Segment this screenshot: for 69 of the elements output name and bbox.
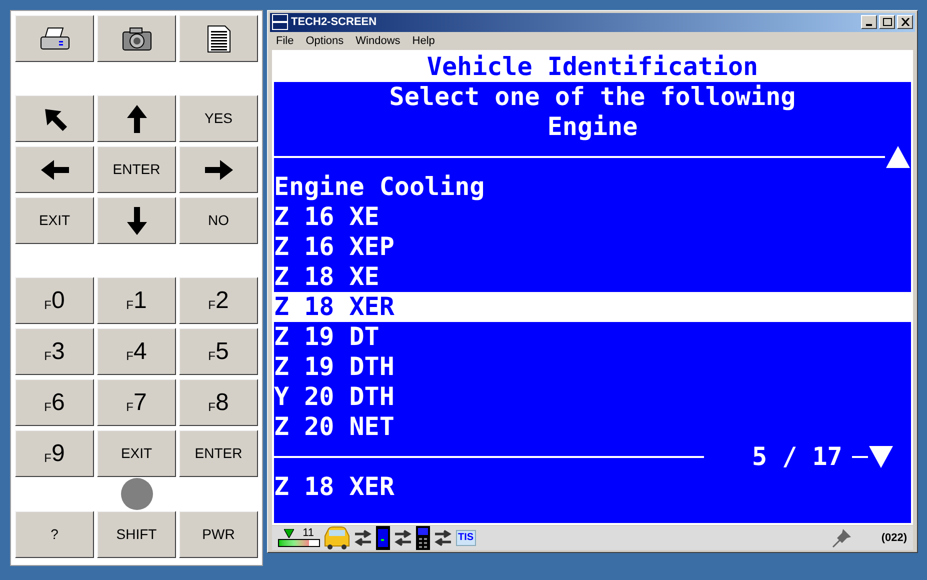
minimize-button[interactable] — [861, 15, 877, 30]
keypad-key[interactable] — [179, 146, 258, 193]
screen-title: Vehicle Identification — [274, 52, 911, 82]
function-key[interactable]: F2 — [179, 277, 258, 324]
status-code: (022) — [881, 530, 907, 546]
exchange-arrows-icon — [354, 530, 372, 546]
keypad-key[interactable]: YES — [179, 95, 258, 142]
screen-subtitle: Engine — [546, 112, 639, 142]
list-item[interactable]: Z 19 DTH — [274, 352, 911, 382]
app-icon — [272, 14, 288, 30]
list-item[interactable]: Y 20 DTH — [274, 382, 911, 412]
keypad-key[interactable]: ? — [15, 511, 94, 558]
function-key[interactable]: F0 — [15, 277, 94, 324]
camera-icon — [120, 26, 152, 52]
keypad-key[interactable] — [97, 197, 176, 244]
list-item[interactable]: Engine Cooling — [274, 172, 911, 202]
menu-item[interactable]: Help — [412, 32, 435, 50]
keypad-key[interactable] — [97, 15, 176, 62]
window-title: TECH2-SCREEN — [291, 15, 377, 30]
menu-item[interactable]: File — [276, 32, 294, 50]
function-key[interactable]: F4 — [97, 328, 176, 375]
scanner-icon — [376, 526, 390, 550]
keypad-key[interactable]: SHIFT — [97, 511, 176, 558]
keypad-key[interactable] — [15, 95, 94, 142]
maximize-icon — [882, 18, 892, 26]
menu-item[interactable]: Options — [306, 32, 344, 50]
indicator-light — [120, 478, 152, 510]
keypad-key[interactable] — [15, 146, 94, 193]
keypad-key[interactable]: ENTER — [97, 146, 176, 193]
selection-footer: Z 18 XER — [274, 472, 911, 502]
tis-logo: TIS — [456, 530, 476, 546]
keypad-key[interactable]: ENTER — [179, 430, 258, 477]
keypad-key[interactable]: EXIT — [97, 430, 176, 477]
exchange-arrows-icon — [394, 530, 412, 546]
page-counter: 5 / 17 — [752, 442, 842, 472]
menu-item[interactable]: Windows — [356, 32, 400, 50]
list-item[interactable]: Z 18 XE — [274, 262, 911, 292]
car-icon — [324, 526, 350, 550]
list-item[interactable]: Z 16 XE — [274, 202, 911, 232]
function-key[interactable]: F1 — [97, 277, 176, 324]
scroll-up-icon[interactable] — [885, 145, 911, 170]
exchange-arrows-icon — [434, 530, 452, 546]
document-icon — [206, 24, 232, 54]
keypad-key[interactable]: NO — [179, 197, 258, 244]
close-button[interactable] — [897, 15, 913, 30]
function-key[interactable]: F5 — [179, 328, 258, 375]
list-item[interactable]: Z 18 XER — [274, 292, 911, 322]
screen-subtitle: Select one of the following — [388, 82, 797, 112]
list-item[interactable]: Z 19 DT — [274, 322, 911, 352]
keypad-key[interactable] — [97, 95, 176, 142]
signal-value: 11 — [302, 528, 314, 540]
close-icon — [900, 18, 910, 26]
function-key[interactable]: F3 — [15, 328, 94, 375]
pushpin-icon — [831, 526, 854, 549]
keypad-key[interactable]: PWR — [179, 511, 258, 558]
list-item[interactable]: Z 20 NET — [274, 412, 911, 442]
list-item[interactable]: Z 16 XEP — [274, 232, 911, 262]
printer-icon — [38, 26, 70, 52]
keypad-key[interactable] — [15, 15, 94, 62]
keypad-key[interactable] — [179, 15, 258, 62]
function-key[interactable]: F9 — [15, 430, 94, 477]
handheld-device-icon — [416, 526, 430, 550]
signal-meter — [278, 539, 320, 548]
function-key[interactable]: F8 — [179, 379, 258, 426]
function-key[interactable]: F7 — [97, 379, 176, 426]
keypad-key[interactable]: EXIT — [15, 197, 94, 244]
maximize-button[interactable] — [879, 15, 895, 30]
function-key[interactable]: F6 — [15, 379, 94, 426]
scroll-down-icon[interactable] — [868, 445, 894, 470]
